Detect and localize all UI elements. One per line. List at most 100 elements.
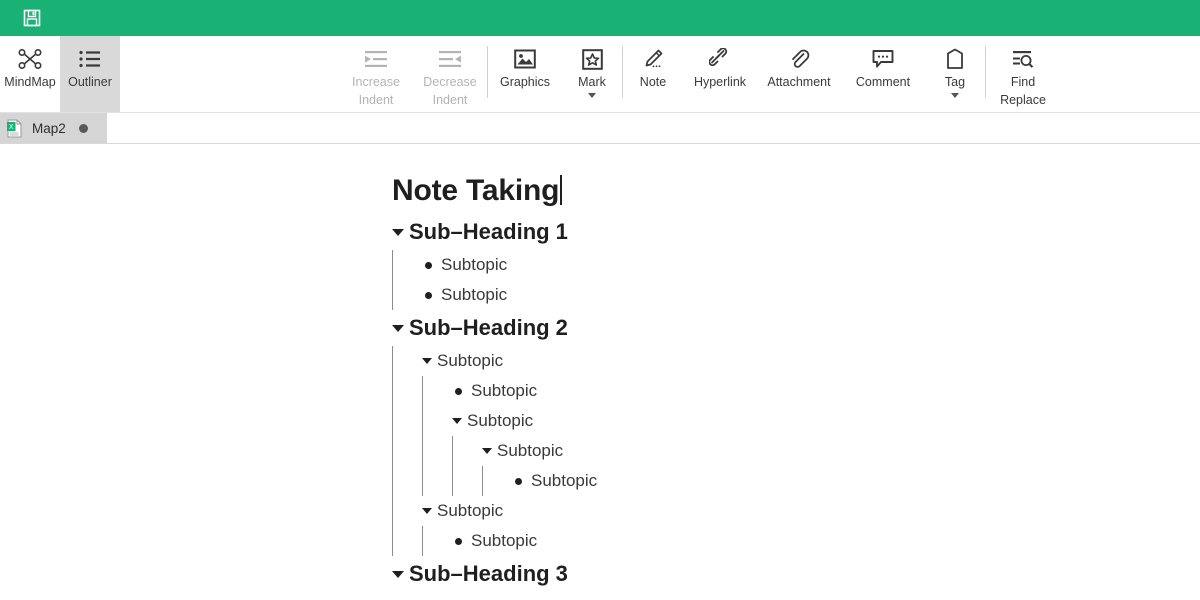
main-toolbar: MindMap Outliner Increase Indent Decreas…	[0, 36, 1200, 112]
outline-node-subtopic[interactable]: Subtopic	[392, 436, 1200, 466]
document-tab-bar: X Map2	[0, 112, 1200, 144]
mindmap-icon	[18, 46, 42, 72]
guide-line	[422, 526, 423, 556]
graphics-label: Graphics	[499, 75, 551, 89]
guide-line	[452, 436, 453, 466]
paperclip-icon	[788, 46, 810, 72]
outline-node-label: Subtopic	[531, 471, 598, 490]
indent-group: Increase Indent Decrease Indent	[339, 36, 487, 112]
view-button-outliner[interactable]: Outliner	[60, 36, 120, 112]
outline-node-label: Subtopic	[437, 351, 504, 370]
guide-lines	[392, 496, 422, 526]
outline-node-heading-3[interactable]: Sub–Heading 3	[392, 556, 1200, 592]
attachment-button[interactable]: Attachment	[757, 36, 841, 112]
guide-line	[392, 346, 393, 376]
comment-button[interactable]: Comment	[841, 36, 925, 112]
map-document-icon: X	[7, 119, 22, 137]
outliner-list-icon	[78, 46, 102, 72]
text-cursor	[560, 175, 563, 205]
outline-node-label: Subtopic	[467, 411, 534, 430]
guide-lines	[392, 526, 452, 556]
outline-node-subtopic[interactable]: Subtopic	[392, 466, 1200, 496]
tab-modified-indicator	[78, 123, 88, 133]
comment-label: Comment	[855, 75, 911, 89]
outline-node-subtopic[interactable]: Subtopic	[392, 526, 1200, 556]
collapse-triangle-icon[interactable]	[452, 418, 462, 424]
link-chain-icon	[709, 46, 731, 72]
outline-node-label: Subtopic	[497, 441, 564, 460]
view-mode-group: MindMap Outliner	[0, 36, 120, 112]
svg-text:X: X	[9, 124, 14, 131]
guide-lines	[392, 376, 452, 406]
outline-node-heading-1[interactable]: Sub–Heading 1	[392, 214, 1200, 250]
find-replace-label-line1: Find	[1010, 75, 1036, 89]
increase-indent-icon	[363, 46, 389, 72]
collapse-triangle-icon[interactable]	[392, 570, 404, 578]
note-label: Note	[639, 75, 667, 89]
page-title[interactable]: Note Taking	[392, 174, 559, 208]
guide-lines	[392, 250, 422, 280]
outline-node-label: Subtopic	[441, 255, 508, 274]
annotate-group: Note Hyperlink Attachment Comment Tag	[623, 36, 985, 112]
guide-line	[392, 280, 393, 310]
outline-node-subtopic[interactable]: Subtopic	[392, 406, 1200, 436]
outline-node-label: Subtopic	[471, 381, 538, 400]
guide-lines	[392, 466, 512, 496]
outline-node-heading-2[interactable]: Sub–Heading 2	[392, 310, 1200, 346]
decrease-indent-label-line2: Indent	[432, 93, 468, 107]
outline-node-subtopic[interactable]: Subtopic	[392, 496, 1200, 526]
mark-label: Mark	[578, 75, 606, 89]
bullet-icon	[425, 261, 432, 269]
note-button[interactable]: Note	[623, 36, 683, 112]
collapse-triangle-icon[interactable]	[392, 228, 404, 236]
bullet-icon	[515, 477, 522, 485]
collapse-triangle-icon[interactable]	[422, 358, 432, 364]
guide-lines	[392, 436, 482, 466]
view-button-mindmap[interactable]: MindMap	[0, 36, 60, 112]
collapse-triangle-icon[interactable]	[422, 508, 432, 514]
star-badge-icon	[581, 46, 603, 72]
guide-lines	[392, 280, 422, 310]
decrease-indent-button[interactable]: Decrease Indent	[413, 36, 487, 112]
guide-lines	[392, 406, 452, 436]
image-icon	[514, 46, 536, 72]
pencil-note-icon	[642, 46, 664, 72]
outline-node-label: Sub–Heading 1	[409, 219, 568, 244]
guide-line	[422, 436, 423, 466]
outline-node-subtopic[interactable]: Subtopic	[392, 376, 1200, 406]
guide-line	[392, 376, 393, 406]
increase-indent-label-line2: Indent	[358, 93, 394, 107]
chevron-down-icon[interactable]	[588, 93, 596, 98]
hyperlink-label: Hyperlink	[693, 75, 747, 89]
hyperlink-button[interactable]: Hyperlink	[683, 36, 757, 112]
guide-line	[422, 406, 423, 436]
collapse-triangle-icon[interactable]	[392, 324, 404, 332]
mark-button[interactable]: Mark	[562, 36, 622, 112]
outline-node-subtopic[interactable]: Subtopic	[392, 250, 1200, 280]
chevron-down-icon[interactable]	[951, 93, 959, 98]
find-replace-icon	[1011, 46, 1035, 72]
guide-line	[422, 466, 423, 496]
guide-line	[482, 466, 483, 496]
tag-icon	[946, 46, 964, 72]
outline-node-label: Subtopic	[437, 501, 504, 520]
guide-lines	[392, 346, 422, 376]
outline-canvas[interactable]: Note Taking Sub–Heading 1 Subtopic Subto…	[0, 144, 1200, 600]
guide-line	[392, 526, 393, 556]
graphics-button[interactable]: Graphics	[488, 36, 562, 112]
comment-bubble-icon	[872, 46, 894, 72]
guide-line	[392, 436, 393, 466]
find-replace-button[interactable]: Find Replace	[986, 36, 1060, 112]
outline-title-row[interactable]: Note Taking	[392, 174, 1200, 208]
tab-map2[interactable]: X Map2	[0, 113, 107, 143]
save-button[interactable]	[20, 6, 44, 30]
tag-button[interactable]: Tag	[925, 36, 985, 112]
guide-line	[392, 250, 393, 280]
outline-node-subtopic[interactable]: Subtopic	[392, 346, 1200, 376]
increase-indent-button[interactable]: Increase Indent	[339, 36, 413, 112]
collapse-triangle-icon[interactable]	[482, 448, 492, 454]
view-button-mindmap-label: MindMap	[4, 75, 56, 89]
outline-node-subtopic[interactable]: Subtopic	[392, 280, 1200, 310]
bullet-icon	[455, 537, 462, 545]
